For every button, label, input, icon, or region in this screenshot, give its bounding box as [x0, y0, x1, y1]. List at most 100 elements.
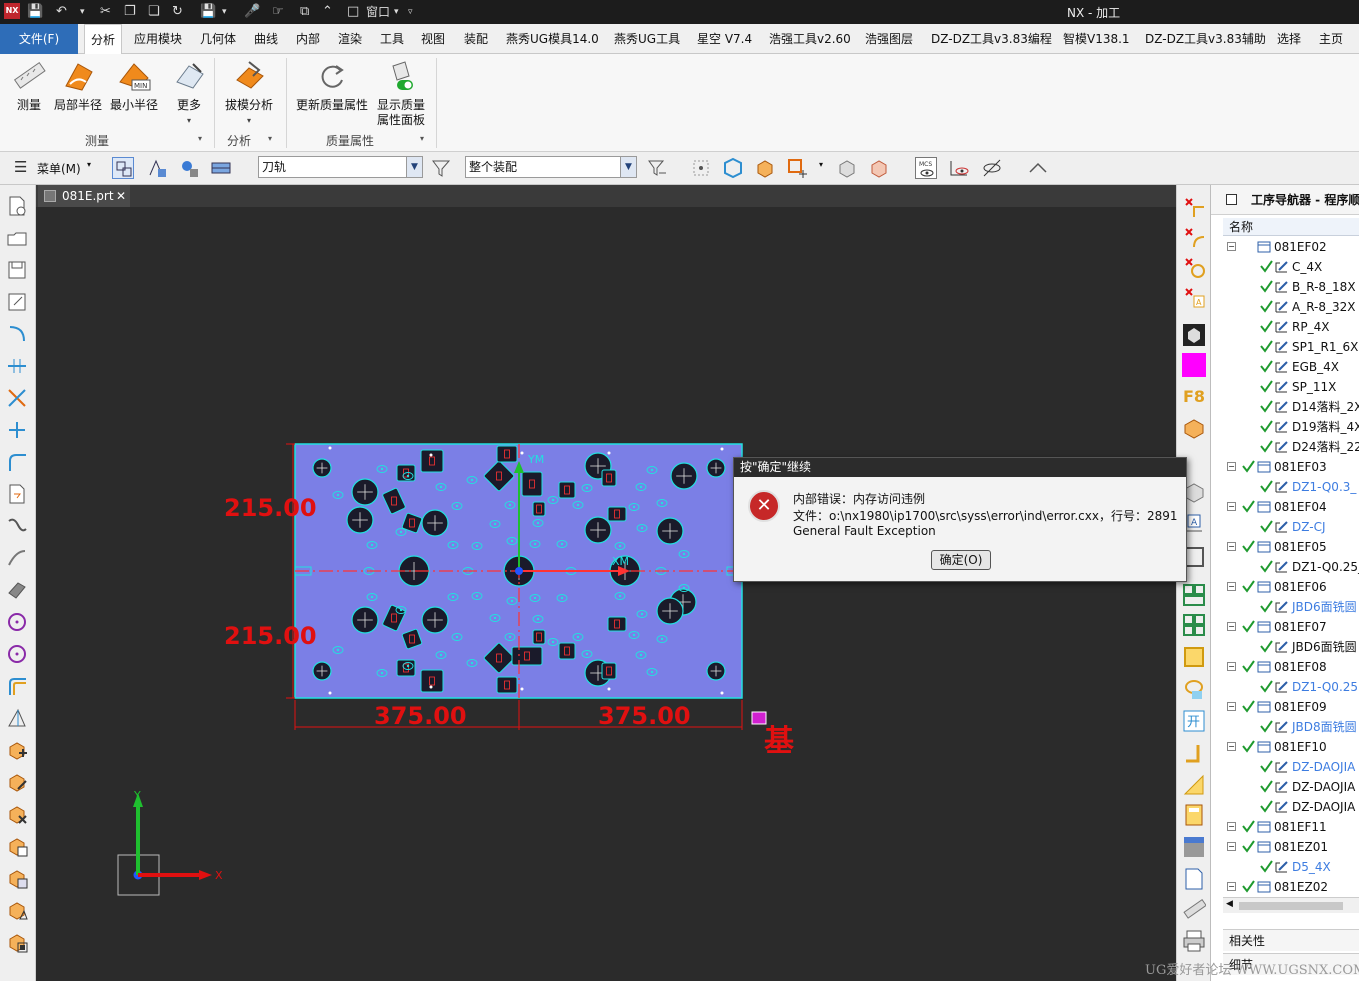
operation-row[interactable]: JBD6面铣圆: [1223, 597, 1359, 617]
file-menu-button[interactable]: 文件(F): [0, 24, 78, 54]
menu-button[interactable]: 菜单(M): [37, 160, 81, 177]
color-swatch-icon[interactable]: [1182, 353, 1206, 377]
draft-angle-icon[interactable]: [6, 707, 28, 729]
group-analysis-dropdown-icon[interactable]: ▾: [268, 134, 272, 143]
touch-mode-icon[interactable]: ☞: [272, 2, 284, 22]
tab-home[interactable]: 主页: [1313, 24, 1349, 54]
document-tab[interactable]: 081E.prt ✕: [38, 185, 130, 207]
cut-icon[interactable]: ✂: [100, 2, 111, 22]
f8-view-icon[interactable]: F8: [1182, 385, 1206, 409]
program-group-row[interactable]: − 081EF11: [1223, 817, 1359, 837]
print-icon[interactable]: [1182, 929, 1206, 953]
circle-center-icon[interactable]: [6, 611, 28, 633]
tab-selection[interactable]: 选择: [1271, 24, 1307, 54]
select-features-icon[interactable]: [112, 157, 134, 179]
operation-row[interactable]: B_R-8_18X: [1223, 277, 1359, 297]
operation-row[interactable]: JBD8面铣圆: [1223, 717, 1359, 737]
operation-row[interactable]: C_4X: [1223, 257, 1359, 277]
draft-analysis-button[interactable]: 拔模分析 ▾: [222, 58, 276, 128]
collapse-toggle-icon[interactable]: −: [1227, 462, 1236, 471]
collapse-toggle-icon[interactable]: −: [1227, 822, 1236, 831]
save-as-icon[interactable]: 💾: [200, 2, 216, 22]
tab-applications[interactable]: 应用模块: [128, 24, 188, 54]
program-group-row[interactable]: − 081EF03: [1223, 457, 1359, 477]
yellow-frame-icon[interactable]: [1182, 645, 1206, 669]
datum-marker[interactable]: [751, 711, 767, 725]
program-group-row[interactable]: − 081EF07: [1223, 617, 1359, 637]
operation-row[interactable]: A_R-8_32X: [1223, 297, 1359, 317]
tab-view[interactable]: 视图: [415, 24, 451, 54]
tab-analysis[interactable]: 分析: [84, 24, 123, 54]
tab-assembly[interactable]: 装配: [458, 24, 494, 54]
tab-render[interactable]: 渲染: [332, 24, 368, 54]
tab-yanxiu-mold[interactable]: 燕秀UG模具14.0: [500, 24, 605, 54]
program-group-row[interactable]: − 081EF09: [1223, 697, 1359, 717]
hamburger-menu-icon[interactable]: ☰: [14, 158, 27, 176]
shaded-view-icon[interactable]: [836, 157, 858, 179]
dimension-375-right[interactable]: 375.00: [598, 702, 691, 730]
calculator-icon[interactable]: [1182, 803, 1206, 827]
program-group-row[interactable]: − 081EF08: [1223, 657, 1359, 677]
dimension-215-lower[interactable]: 215.00: [224, 622, 317, 650]
graphics-viewport[interactable]: YM XM 215.00 215.00 375.00 375.00 基 Y X: [36, 207, 1175, 981]
operation-row[interactable]: DZ-DAOJIA: [1223, 757, 1359, 777]
collapse-toggle-icon[interactable]: −: [1227, 662, 1236, 671]
min-radius-button[interactable]: MIN 最小半径: [108, 58, 160, 113]
menu-dropdown-icon[interactable]: ▾: [87, 160, 91, 169]
circle-icon[interactable]: [6, 643, 28, 665]
page-icon[interactable]: [1182, 867, 1206, 891]
assembly-navigator-icon[interactable]: [1182, 225, 1206, 249]
update-mass-properties-button[interactable]: 更新质量属性: [294, 58, 370, 113]
operation-row[interactable]: JBD6面铣圆: [1223, 637, 1359, 657]
layout-icon[interactable]: [1182, 583, 1206, 607]
operation-row[interactable]: DZ-DAOJIA: [1223, 777, 1359, 797]
customize-quick-access-icon[interactable]: ▿: [408, 2, 413, 22]
tab-dz-programming[interactable]: DZ-DZ工具v3.83编程: [925, 24, 1058, 54]
slope-icon[interactable]: [1182, 773, 1206, 797]
spline-icon[interactable]: [6, 547, 28, 569]
save-all-icon[interactable]: [6, 291, 28, 313]
collapse-toggle-icon[interactable]: −: [1227, 622, 1236, 631]
operation-row[interactable]: D19落料_4X: [1223, 417, 1359, 437]
operation-row[interactable]: SP1_R1_6X: [1223, 337, 1359, 357]
arc-icon[interactable]: [6, 323, 28, 345]
operation-row[interactable]: DZ-DAOJIA: [1223, 797, 1359, 817]
operation-row[interactable]: DZ1-Q0.25_: [1223, 557, 1359, 577]
operation-row[interactable]: DZ-CJ: [1223, 517, 1359, 537]
program-group-row[interactable]: − 081EZ02: [1223, 877, 1359, 897]
microphone-icon[interactable]: 🎤: [244, 2, 260, 22]
dimension-215-upper[interactable]: 215.00: [224, 494, 317, 522]
ok-button[interactable]: 确定(O): [931, 550, 991, 570]
tab-haoqiang-tools[interactable]: 浩强工具v2.60: [763, 24, 857, 54]
hexagon-icon[interactable]: [722, 157, 744, 179]
tab-xingkong[interactable]: 星空 V7.4: [691, 24, 758, 54]
layout-alt-icon[interactable]: [1182, 613, 1206, 637]
roles-icon[interactable]: [1182, 323, 1206, 347]
collapse-toggle-icon[interactable]: −: [1227, 702, 1236, 711]
new-file-icon[interactable]: [6, 195, 28, 217]
surface-icon[interactable]: [6, 579, 28, 601]
dimension-375-left[interactable]: 375.00: [374, 702, 467, 730]
orange-box-icon[interactable]: [1182, 417, 1206, 441]
operation-row[interactable]: RP_4X: [1223, 317, 1359, 337]
move-component-icon[interactable]: [6, 867, 28, 889]
gradient-block-icon[interactable]: [1182, 835, 1206, 859]
type-filter-select[interactable]: 刀轨 ▼: [258, 156, 423, 178]
delete-component-icon[interactable]: [6, 803, 28, 825]
replace-component-icon[interactable]: [6, 931, 28, 953]
scrollbar-thumb[interactable]: [1239, 902, 1343, 910]
mcs-origin[interactable]: [515, 567, 523, 575]
tab-geometry[interactable]: 几何体: [194, 24, 242, 54]
point-on-face-icon[interactable]: [786, 157, 808, 179]
add-component-icon[interactable]: [6, 739, 28, 761]
copy-component-icon[interactable]: [6, 835, 28, 857]
reuse-library-icon[interactable]: A: [1182, 285, 1206, 309]
operation-row[interactable]: DZ1-Q0.3_: [1223, 477, 1359, 497]
operation-row[interactable]: EGB_4X: [1223, 357, 1359, 377]
box-point-icon[interactable]: [754, 157, 776, 179]
paste-icon[interactable]: ❏: [148, 2, 160, 22]
expand-icon[interactable]: ⌃: [322, 2, 333, 22]
measure-button[interactable]: 测量: [10, 58, 48, 113]
trim-icon[interactable]: [6, 355, 28, 377]
collapse-toggle-icon[interactable]: −: [1227, 742, 1236, 751]
